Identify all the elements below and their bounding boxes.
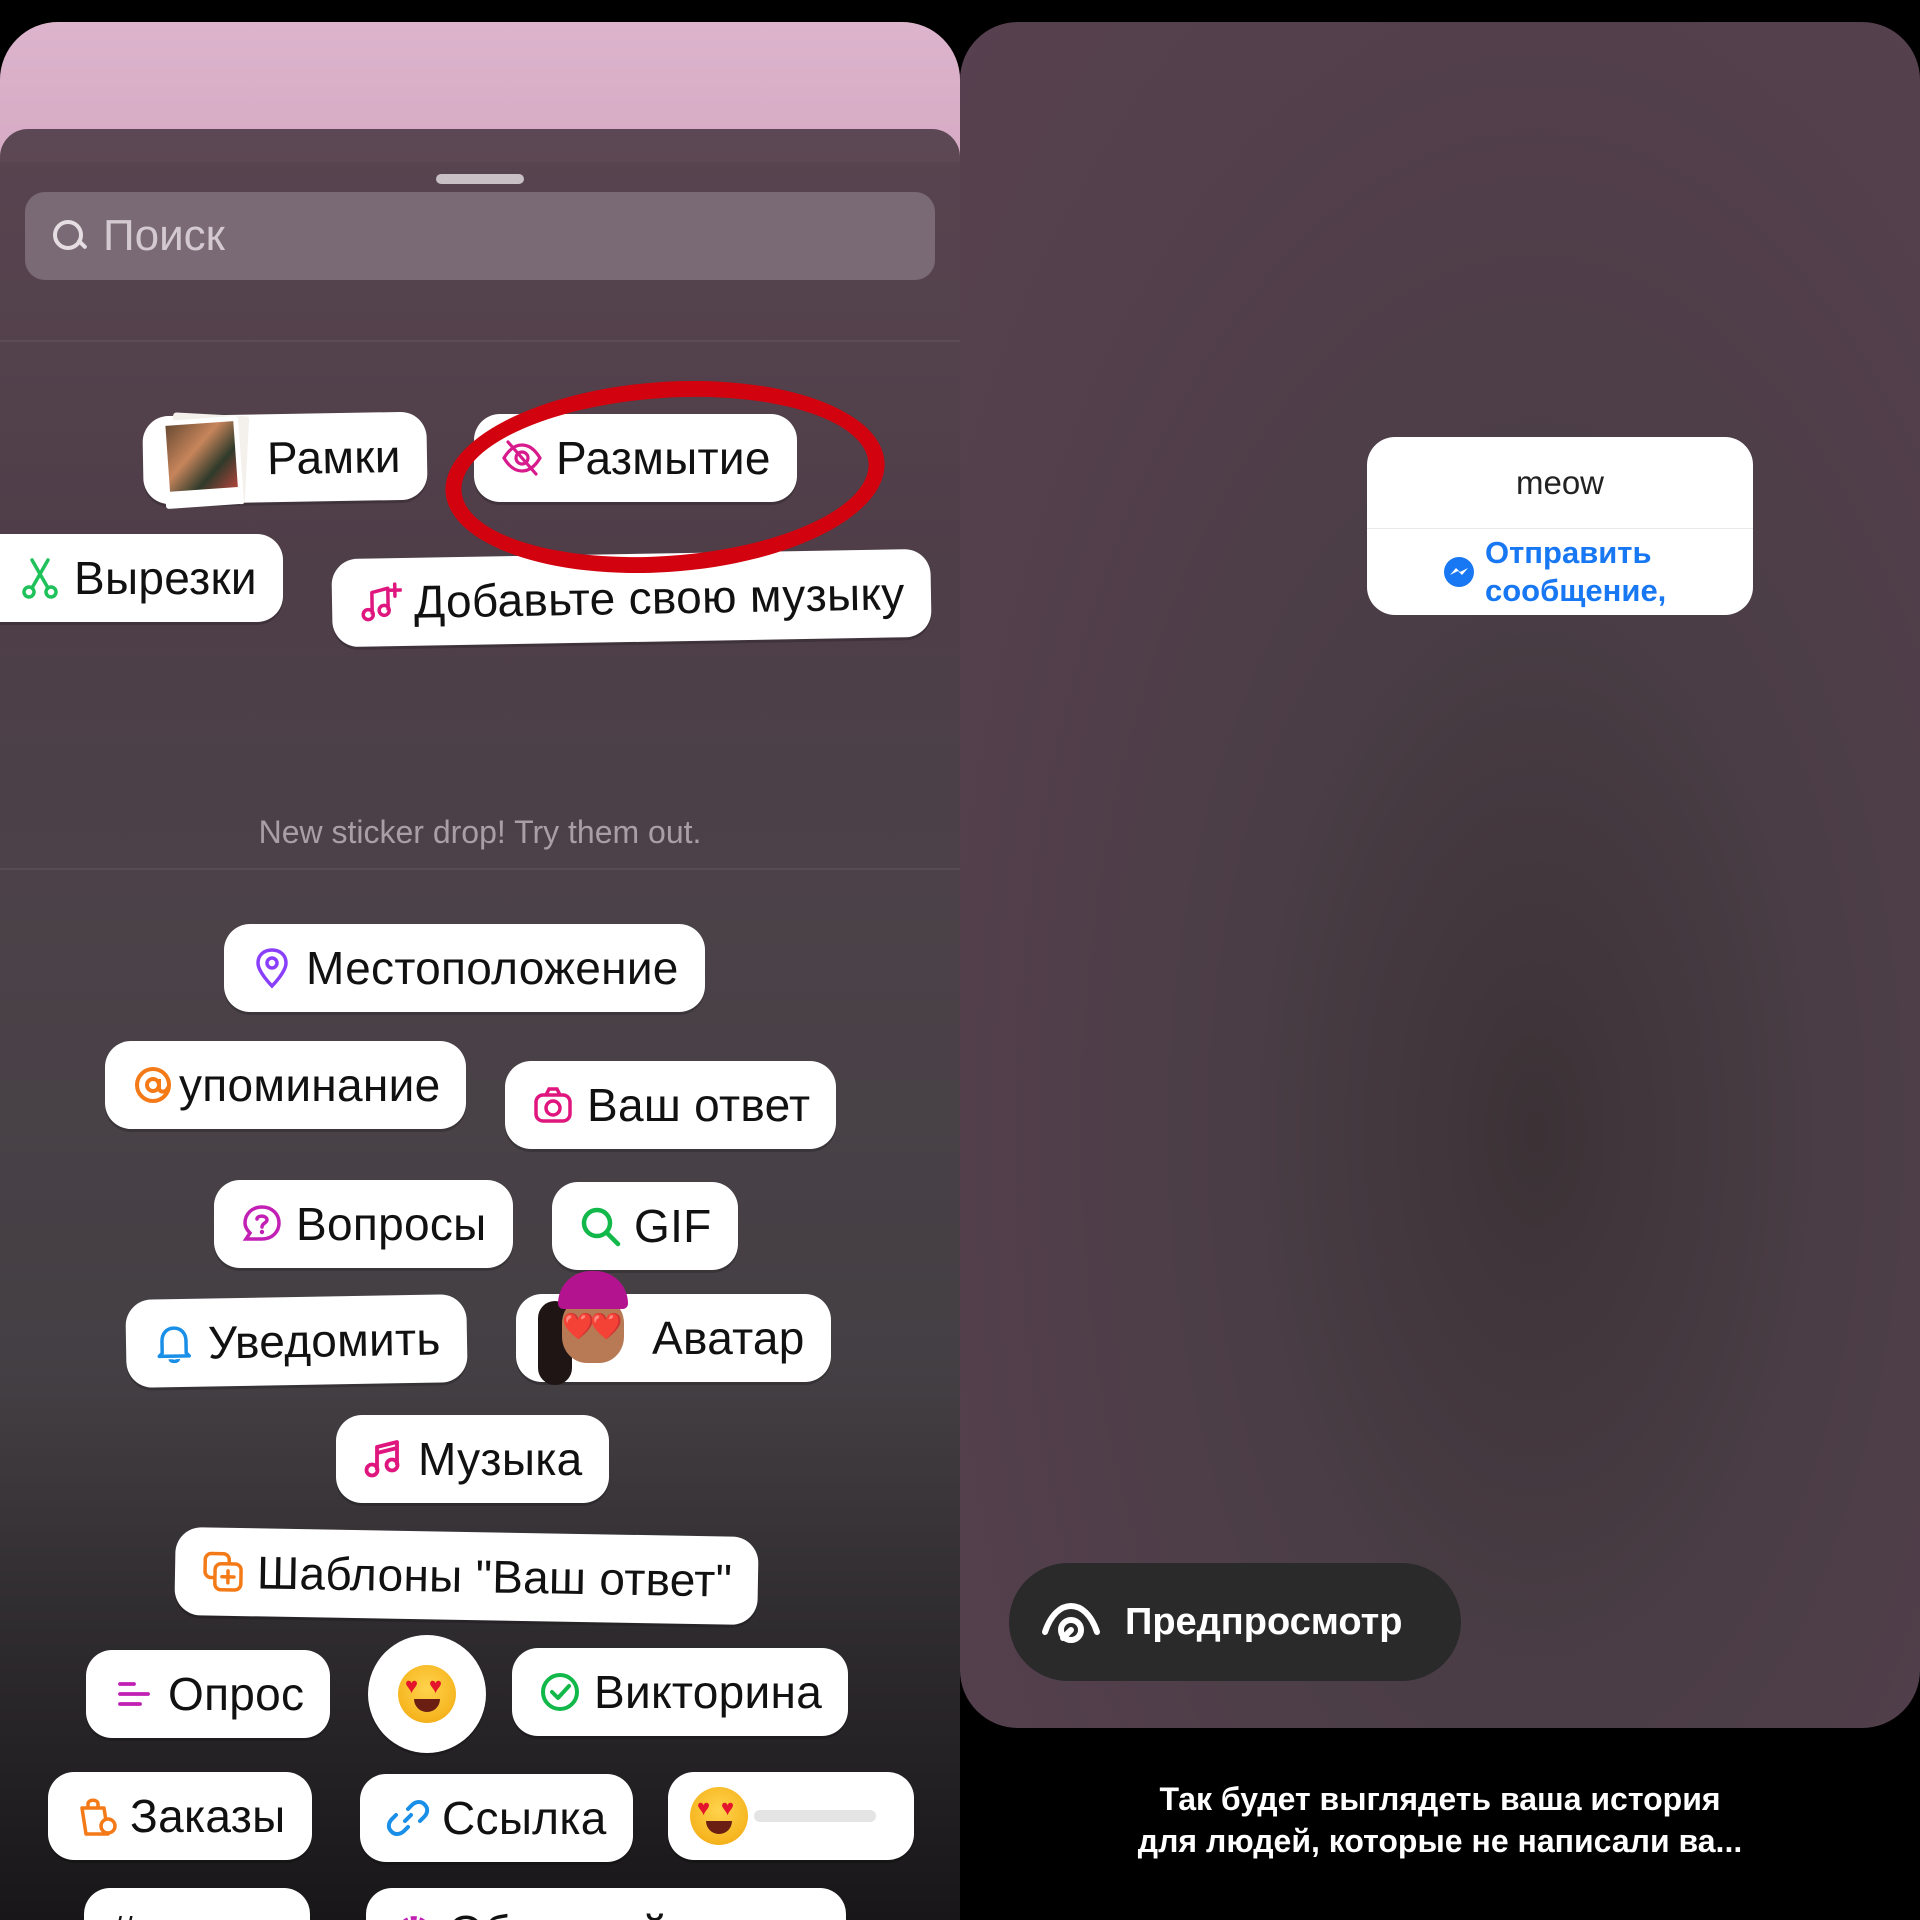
sticker-link[interactable]: Ссылка [360,1774,633,1862]
eye-icon [1041,1592,1101,1652]
sticker-location[interactable]: Местоположение [224,924,705,1012]
sheet-drag-handle[interactable] [436,174,524,184]
question-sticker-preview[interactable]: meow Отправить сообщение, [1367,437,1753,615]
timer-icon [392,1910,436,1920]
search-placeholder: Поиск [103,211,225,260]
sticker-mention[interactable]: упоминание [105,1041,467,1129]
check-circle-icon [538,1670,582,1714]
scissors-icon [18,556,62,600]
sticker-poll[interactable]: Опрос [86,1650,331,1738]
shopping-bag-icon [74,1794,118,1838]
poll-bars-icon [112,1672,156,1716]
send-line-2: сообщение, [1485,573,1667,608]
search-gif-icon [578,1204,622,1248]
music-add-icon [358,580,403,625]
preview-button[interactable]: Предпросмотр [1009,1563,1461,1681]
sticker-emoji-slider[interactable] [668,1772,914,1860]
sticker-questions[interactable]: Вопросы [214,1180,513,1268]
section-divider [0,868,960,870]
music-note-icon [362,1437,406,1481]
sticker-gif[interactable]: GIF [552,1182,738,1270]
story-preview-panel: meow Отправить сообщение, Предпросмотр [960,22,1920,1728]
sticker-your-answer[interactable]: Ваш ответ [505,1061,837,1149]
search-field[interactable]: Поиск [25,192,935,280]
sticker-music[interactable]: Музыка [336,1415,609,1503]
link-icon [386,1796,430,1840]
sticker-emoji-reaction[interactable] [368,1635,486,1753]
sticker-hashtag[interactable]: #хэштег [84,1888,310,1920]
question-bubble-icon [240,1202,284,1246]
sticker-countdown[interactable]: Обратный отсчет [366,1888,846,1920]
sticker-cutouts[interactable]: Вырезки [0,534,283,622]
avatar-image: ❤️❤️ [528,1271,638,1385]
preview-caption: Так будет выглядеть ваша история для люд… [960,1778,1920,1862]
sticker-templates[interactable]: Шаблоны "Ваш ответ" [174,1526,759,1626]
camera-icon [531,1083,575,1127]
search-icon [49,216,89,256]
frames-photo-icon [160,412,250,510]
sticker-orders[interactable]: Заказы [48,1772,312,1860]
heart-eyes-emoji-icon [398,1665,456,1723]
sticker-avatar[interactable]: ❤️❤️ Аватар [516,1271,831,1385]
sticker-quiz[interactable]: Викторина [512,1648,849,1736]
heart-eyes-emoji-icon [690,1787,748,1845]
send-message-link[interactable]: Отправить сообщение, [1367,529,1753,615]
preview-label: Предпросмотр [1125,1600,1403,1643]
messenger-icon [1443,556,1475,588]
mention-icon [131,1063,175,1107]
sticker-notify[interactable]: Уведомить [125,1294,468,1388]
question-text: meow [1367,437,1753,529]
sticker-frames[interactable]: Рамки [142,411,428,510]
caption-line-2: для людей, которые не написали ва... [1137,1823,1743,1859]
sticker-drop-note: New sticker drop! Try them out. [258,814,702,850]
caption-line-1: Так будет выглядеть ваша история [1159,1781,1721,1817]
section-divider [0,340,960,342]
sticker-picker-panel: Поиск Рамки Размытие Вырезки Добавьте св… [0,22,960,1920]
template-add-icon [201,1549,246,1594]
location-pin-icon [250,946,294,990]
slider-track [754,1810,876,1822]
send-line-1: Отправить [1485,535,1652,570]
bell-icon [152,1321,197,1366]
